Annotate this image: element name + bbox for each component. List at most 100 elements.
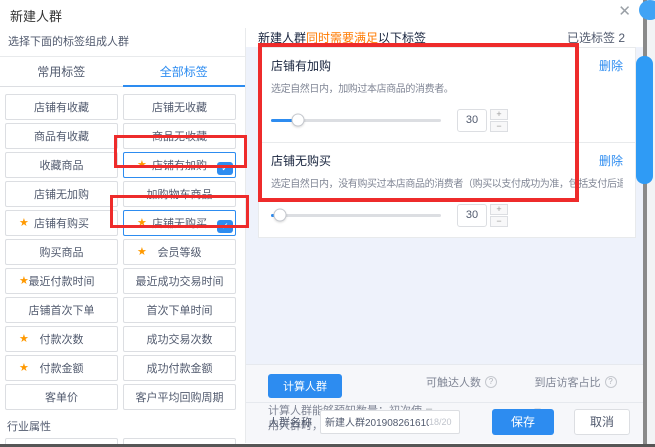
star-icon: ★ [137,245,147,258]
tag-grid: 店铺有收藏 店铺无收藏 商品有收藏 商品无收藏 收藏商品 ★ 店铺有加购 ✓ 店… [0,87,245,410]
tag-label: 购买商品 [39,247,84,259]
tag-label: 店铺无收藏 [152,102,207,114]
check-icon: ✓ [217,220,233,233]
floating-sidebar-widget[interactable] [636,56,653,184]
tag-tabs: 常用标签 全部标签 [0,56,245,87]
tag-button[interactable]: ★ 店铺有购买 [5,210,118,236]
tag-button[interactable]: 店铺首次下单 [5,297,118,323]
selected-tags-panel: 新建人群 同时需要满足 以下标签 已选标签 2 店铺有加购 删除 选定自然日内，加购… [246,28,643,443]
selected-tags-header: 新建人群 同时需要满足 以下标签 已选标签 2 [246,28,643,47]
stepper-minus-button[interactable]: − [490,120,508,132]
stats-section: 计算人群 计算人群能够预知数量：初次使用人群时，24小时后才有数据 可触达人数 … [246,364,643,443]
tag-label: 首次下单时间 [146,305,213,317]
tab-common-tags[interactable]: 常用标签 [0,57,123,86]
star-icon: ★ [19,332,29,345]
header-prefix: 新建人群 [258,31,307,45]
delete-link[interactable]: 删除 [599,152,623,169]
selected-tags-body: 店铺有加购 删除 选定自然日内，加购过本店商品的消费者。 + − [246,47,643,443]
tag-label: 会员等级 [157,247,202,259]
slider-thumb[interactable] [291,113,305,127]
tag-label: 店铺无购买 [152,218,207,230]
audience-name-input[interactable] [325,416,429,427]
tag-button[interactable]: 客单价 [5,384,118,410]
header-suffix: 以下标签 [378,31,427,45]
stepper-plus-button[interactable]: + [490,203,508,215]
save-button[interactable]: 保存 [492,408,554,435]
tag-button[interactable]: 购买商品 [5,239,118,265]
tag-label: 成功交易次数 [146,334,213,346]
tag-label: 客单价 [45,392,78,404]
tag-button[interactable]: 商品有收藏 [5,123,118,149]
stepper-plus-button[interactable]: + [490,108,508,120]
card-description: 选定自然日内，加购过本店商品的消费者。 [271,84,454,95]
tab-all-tags[interactable]: 全部标签 [122,57,246,87]
star-icon: ★ [19,216,29,229]
days-slider[interactable] [271,113,441,127]
tag-button[interactable]: 客户平均回购周期 [123,384,236,410]
tag-button[interactable]: 店铺无加购 [5,181,118,207]
tag-label: 店铺有收藏 [34,102,89,114]
tag-button[interactable]: ★ 付款金额 [5,355,118,381]
tag-button[interactable]: 收藏商品 [5,152,118,178]
tag-button[interactable]: 店铺无收藏 [123,94,236,120]
tag-panel-hint: 选择下面的标签组成人群 [8,36,129,48]
tag-label: 收藏商品 [39,160,84,172]
tag-button-checked[interactable]: ★ 店铺无购买 ✓ [123,210,236,236]
tag-button[interactable]: 店铺有收藏 [5,94,118,120]
audience-name-label: 人群名称 [268,416,312,429]
slider-thumb[interactable] [273,208,286,222]
star-icon: ★ [137,158,147,171]
metric-label: 可触达人数 [426,377,481,389]
floating-circle-widget[interactable] [639,0,655,20]
tag-label: 付款金额 [39,363,84,375]
tag-button[interactable]: 成功交易次数 [123,326,236,352]
selected-tag-cards: 店铺有加购 删除 选定自然日内，加购过本店商品的消费者。 + − [258,47,636,238]
days-value-input[interactable] [457,203,487,227]
tag-label: 商品有收藏 [34,131,89,143]
tag-button-checked[interactable]: ★ 店铺有加购 ✓ [123,152,236,178]
days-slider[interactable] [271,208,441,222]
tag-button[interactable]: ★ 最近付款时间 [5,268,118,294]
audience-name-box: 18/20 [320,409,460,434]
selected-tag-card: 店铺无购买 删除 选定自然日内，没有购买过本店商品的消费者（购买以支付成功为准，… [259,142,635,237]
tag-label: 店铺有购买 [34,218,89,230]
selected-count: 已选标签 2 [566,31,625,45]
tag-label: 商品无收藏 [152,131,207,143]
delete-link[interactable]: 删除 [599,57,623,74]
card-title: 店铺有加购 [271,59,332,73]
tag-button[interactable]: 商品无收藏 [123,123,236,149]
stepper-minus-button[interactable]: − [490,215,508,227]
card-title: 店铺无购买 [271,154,332,168]
tag-button[interactable]: 加购物车商品 [123,181,236,207]
dialog-title: 新建人群 [10,9,63,24]
metric-label: 到店访客占比 [534,377,601,389]
tag-button[interactable]: 最近成功交易时间 [123,268,236,294]
cancel-button[interactable]: 取消 [574,408,630,435]
tag-selection-panel: 选择下面的标签组成人群 常用标签 全部标签 店铺有收藏 店铺无收藏 商品有收藏 … [0,28,246,447]
calculate-audience-button[interactable]: 计算人群 [268,374,342,398]
tag-label: 最近成功交易时间 [135,276,224,288]
star-icon: ★ [137,216,147,229]
star-icon: ★ [19,361,29,374]
card-description: 选定自然日内，没有购买过本店商品的消费者（购买以支付成功为准，包括支付后退款）。 [271,179,623,190]
tag-label: 加购物车商品 [146,189,213,201]
header-highlight: 同时需要满足 [306,31,379,45]
dialog-footer: 人群名称 18/20 保存 取消 [246,402,643,440]
tag-button[interactable]: 首次下单时间 [123,297,236,323]
selected-tag-card: 店铺有加购 删除 选定自然日内，加购过本店商品的消费者。 + − [259,48,635,142]
help-icon[interactable]: ? [485,376,497,388]
close-icon[interactable]: ✕ [618,2,631,20]
days-value-input[interactable] [457,108,487,132]
help-icon[interactable]: ? [604,376,617,388]
tag-label: 最近付款时间 [28,276,95,288]
check-icon: ✓ [217,162,233,175]
star-icon: ★ [19,274,29,287]
char-counter: 18/20 [429,416,452,427]
tag-button[interactable]: 成功付款金额 [123,355,236,381]
new-audience-dialog: 新建人群 ✕ 选择下面的标签组成人群 常用标签 全部标签 店铺有收藏 店铺无收藏… [0,0,655,447]
tag-label: 成功付款金额 [146,363,213,375]
value-stepper: + − [490,203,508,227]
value-stepper: + − [490,108,508,132]
tag-button[interactable]: ★ 会员等级 [123,239,236,265]
tag-button[interactable]: ★ 付款次数 [5,326,118,352]
